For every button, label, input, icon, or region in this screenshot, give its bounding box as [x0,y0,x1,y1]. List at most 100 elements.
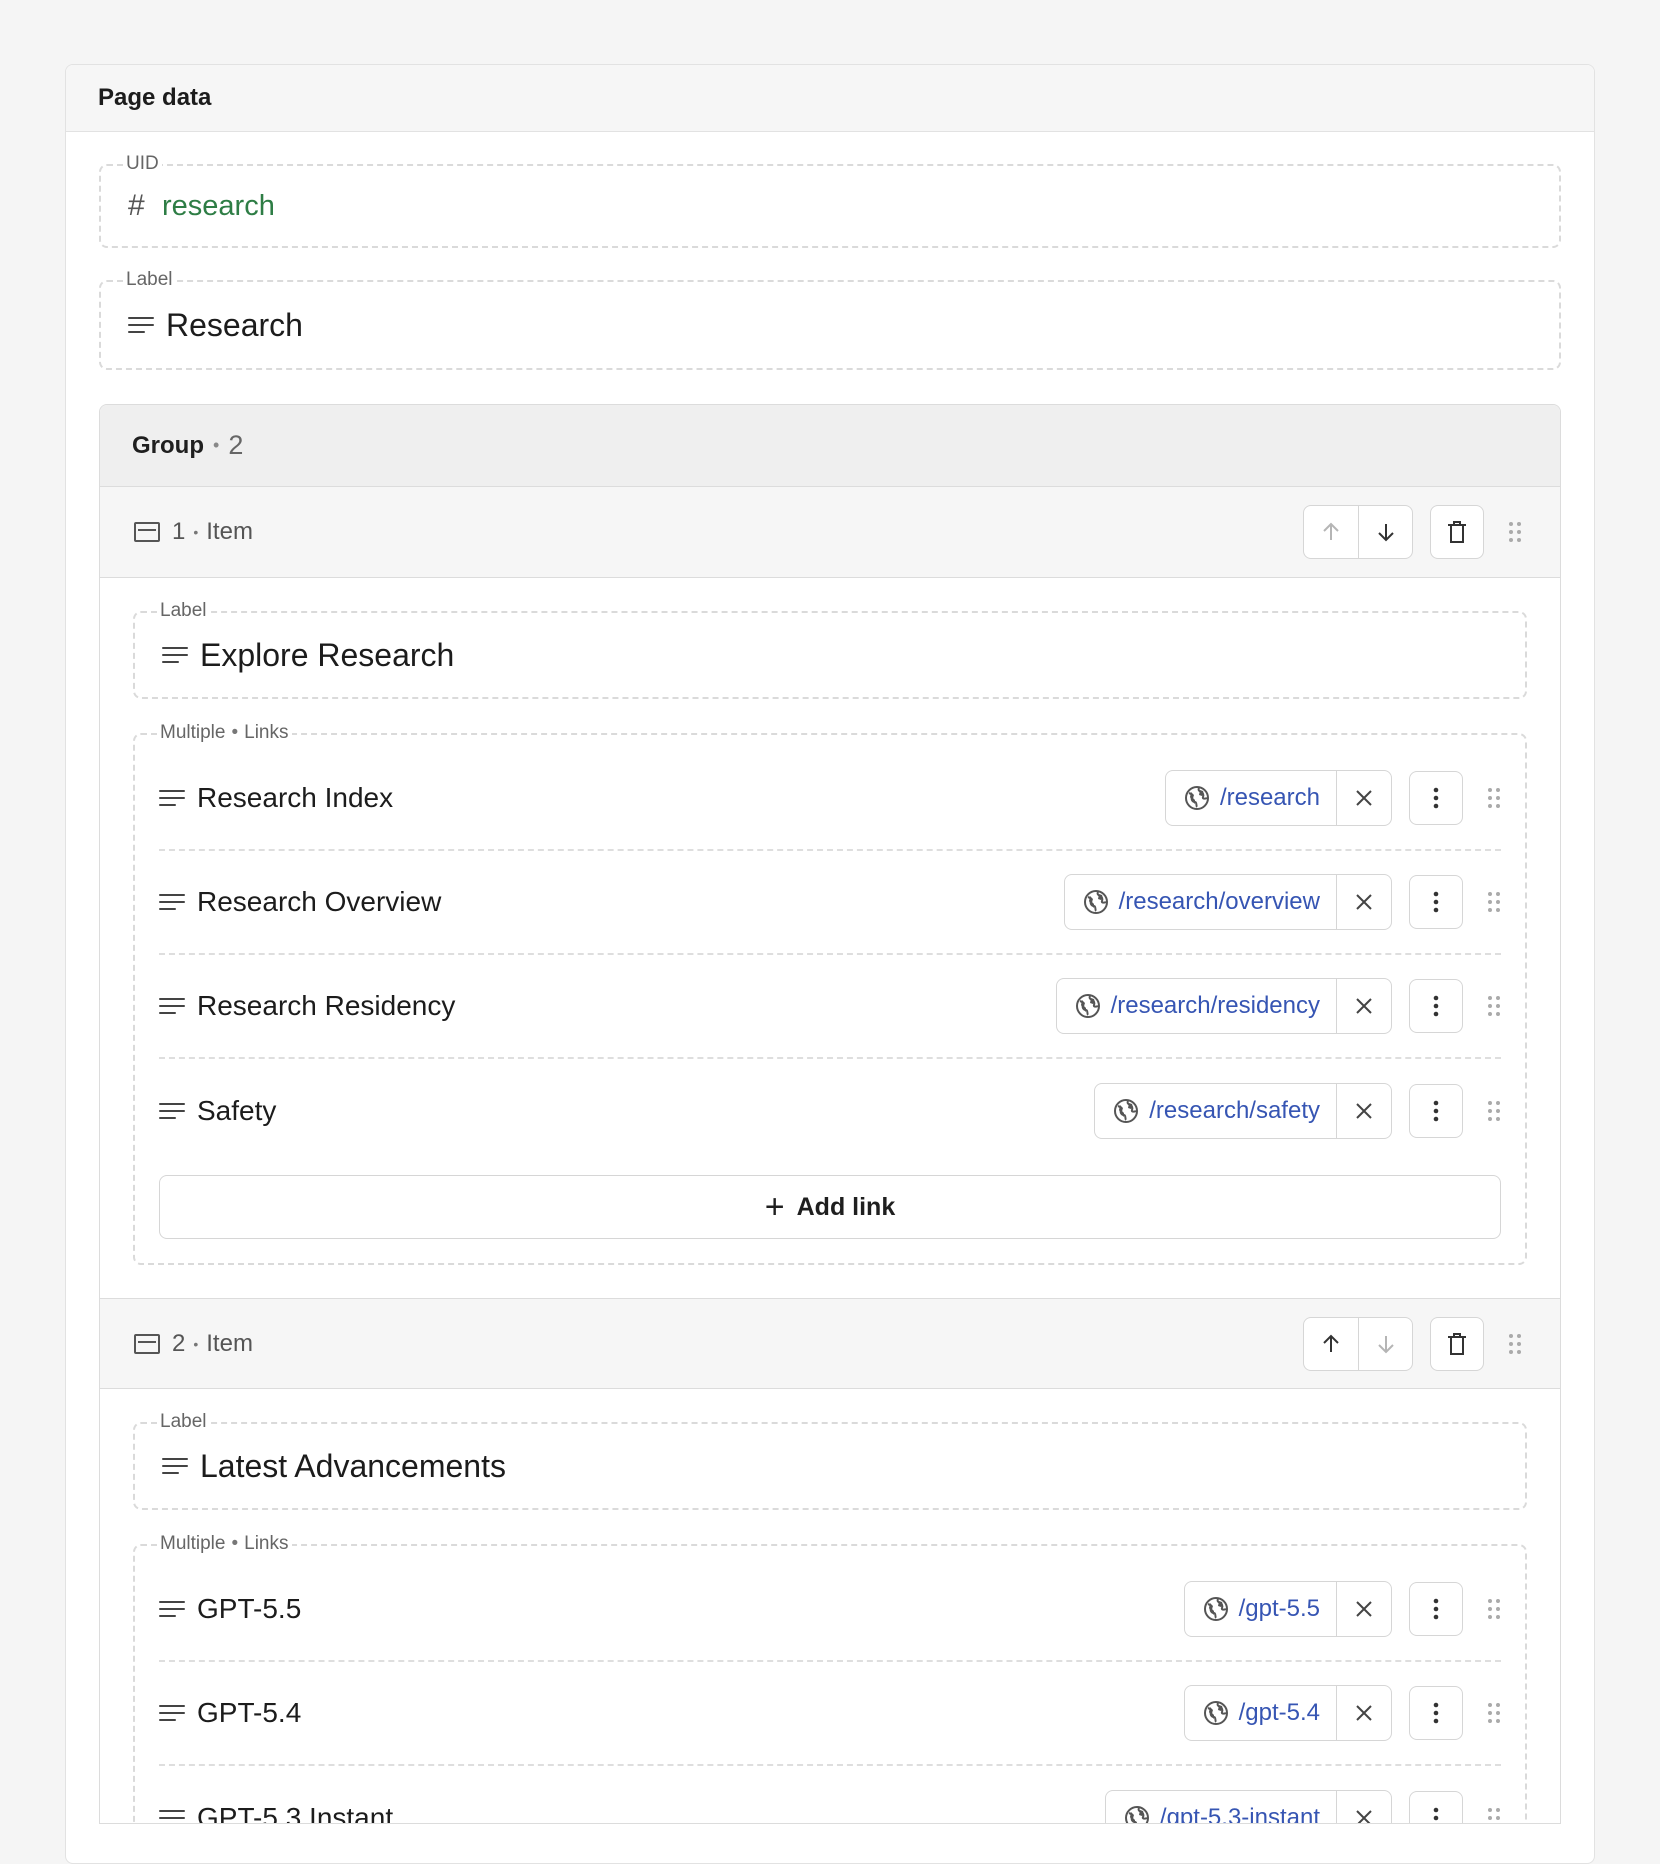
drag-handle[interactable] [1508,521,1522,543]
move-up-button[interactable] [1304,1318,1358,1370]
link-label[interactable]: GPT-5.5 [159,1593,1184,1625]
uid-value[interactable]: research [162,190,275,223]
link-url[interactable]: /gpt-5.3-instant [1106,1791,1336,1824]
links-legend: Multiple•Links [157,722,292,744]
link-row: GPT-5.3 Instant/gpt-5.3-instant [159,1766,1501,1824]
uid-field[interactable]: UID # research [99,164,1561,248]
item-card-icon [134,1334,160,1354]
item-body: Label Explore Research Multiple•Links Re… [100,578,1560,1298]
close-icon [1354,788,1374,808]
drag-handle[interactable] [1487,787,1501,809]
link-url-pill: /gpt-5.3-instant [1105,1790,1392,1824]
group-count: 2 [228,430,243,461]
move-down-button[interactable] [1358,506,1412,558]
drag-handle[interactable] [1508,1333,1522,1355]
link-row: Research Index/research [159,747,1501,851]
drag-handle[interactable] [1487,891,1501,913]
drag-handle-icon [1508,521,1522,543]
label-field[interactable]: Label Research [99,280,1561,370]
item-type: Item [206,1330,253,1358]
link-label[interactable]: GPT-5.3 Instant [159,1802,1105,1824]
drag-handle-icon [1487,787,1501,809]
drag-handle-icon [1487,1598,1501,1620]
link-list: Research Index/research Research Overview… [159,747,1501,1163]
drag-handle-icon [1487,995,1501,1017]
link-url[interactable]: /gpt-5.5 [1185,1582,1336,1636]
globe-icon [1083,889,1109,915]
link-url-text: /gpt-5.5 [1239,1595,1320,1623]
remove-link-button[interactable] [1336,1582,1391,1636]
remove-link-button[interactable] [1336,875,1391,929]
link-row: GPT-5.5/gpt-5.5 [159,1558,1501,1662]
label-value[interactable]: Research [166,307,303,344]
group-section: Group • 2 1 • Item [99,404,1561,1824]
move-buttons [1303,1317,1413,1371]
more-options-button[interactable] [1409,1582,1463,1636]
drag-handle[interactable] [1487,995,1501,1017]
drag-handle-icon [1487,1702,1501,1724]
more-options-button[interactable] [1409,1686,1463,1740]
close-icon [1354,1808,1374,1824]
more-options-button[interactable] [1409,979,1463,1033]
more-options-button[interactable] [1409,1084,1463,1138]
more-options-button[interactable] [1409,771,1463,825]
text-lines-icon [159,1102,185,1120]
more-vertical-icon [1433,995,1439,1017]
add-link-label: Add link [797,1193,896,1222]
link-label[interactable]: Safety [159,1095,1094,1127]
item-label-legend: Label [157,1411,210,1433]
link-label-text: Research Index [197,782,393,814]
drag-handle[interactable] [1487,1807,1501,1824]
drag-handle-icon [1487,1100,1501,1122]
link-url[interactable]: /research [1166,771,1336,825]
trash-icon [1446,1332,1468,1356]
text-lines-icon [162,646,188,664]
link-url[interactable]: /gpt-5.4 [1185,1686,1336,1740]
link-label[interactable]: Research Overview [159,886,1064,918]
uid-legend: UID [123,153,162,175]
drag-handle[interactable] [1487,1100,1501,1122]
link-label-text: Safety [197,1095,276,1127]
drag-handle-icon [1508,1333,1522,1355]
more-options-button[interactable] [1409,875,1463,929]
item-label-value[interactable]: Explore Research [200,637,454,674]
link-label[interactable]: Research Residency [159,990,1056,1022]
drag-handle[interactable] [1487,1702,1501,1724]
item-label-field[interactable]: Label Latest Advancements [133,1422,1527,1510]
drag-handle[interactable] [1487,1598,1501,1620]
remove-link-button[interactable] [1336,1686,1391,1740]
globe-icon [1124,1805,1150,1824]
more-options-button[interactable] [1409,1791,1463,1824]
close-icon [1354,1703,1374,1723]
remove-link-button[interactable] [1336,979,1391,1033]
arrow-up-icon [1319,1332,1343,1356]
move-up-button[interactable] [1304,506,1358,558]
remove-link-button[interactable] [1336,1084,1391,1138]
delete-item-button[interactable] [1430,505,1484,559]
separator-dot: • [213,435,219,456]
remove-link-button[interactable] [1336,1791,1391,1824]
label-legend: Label [123,269,176,291]
globe-icon [1113,1098,1139,1124]
item-label-value[interactable]: Latest Advancements [200,1448,506,1485]
link-url-text: /gpt-5.3-instant [1160,1804,1320,1824]
item-type: Item [206,518,253,546]
link-url[interactable]: /research/residency [1057,979,1336,1033]
move-down-button[interactable] [1358,1318,1412,1370]
link-url[interactable]: /research/overview [1065,875,1336,929]
link-label-text: Research Residency [197,990,455,1022]
link-url[interactable]: /research/safety [1095,1084,1336,1138]
link-label[interactable]: Research Index [159,782,1165,814]
close-icon [1354,892,1374,912]
text-lines-icon [159,893,185,911]
link-url-pill: /gpt-5.4 [1184,1685,1392,1741]
remove-link-button[interactable] [1336,771,1391,825]
delete-item-button[interactable] [1430,1317,1484,1371]
more-vertical-icon [1433,891,1439,913]
link-label[interactable]: GPT-5.4 [159,1697,1184,1729]
add-link-button[interactable]: + Add link [159,1175,1501,1239]
move-buttons [1303,505,1413,559]
separator-dot: • [193,1336,198,1352]
link-url-pill: /research/safety [1094,1083,1392,1139]
item-label-field[interactable]: Label Explore Research [133,611,1527,699]
